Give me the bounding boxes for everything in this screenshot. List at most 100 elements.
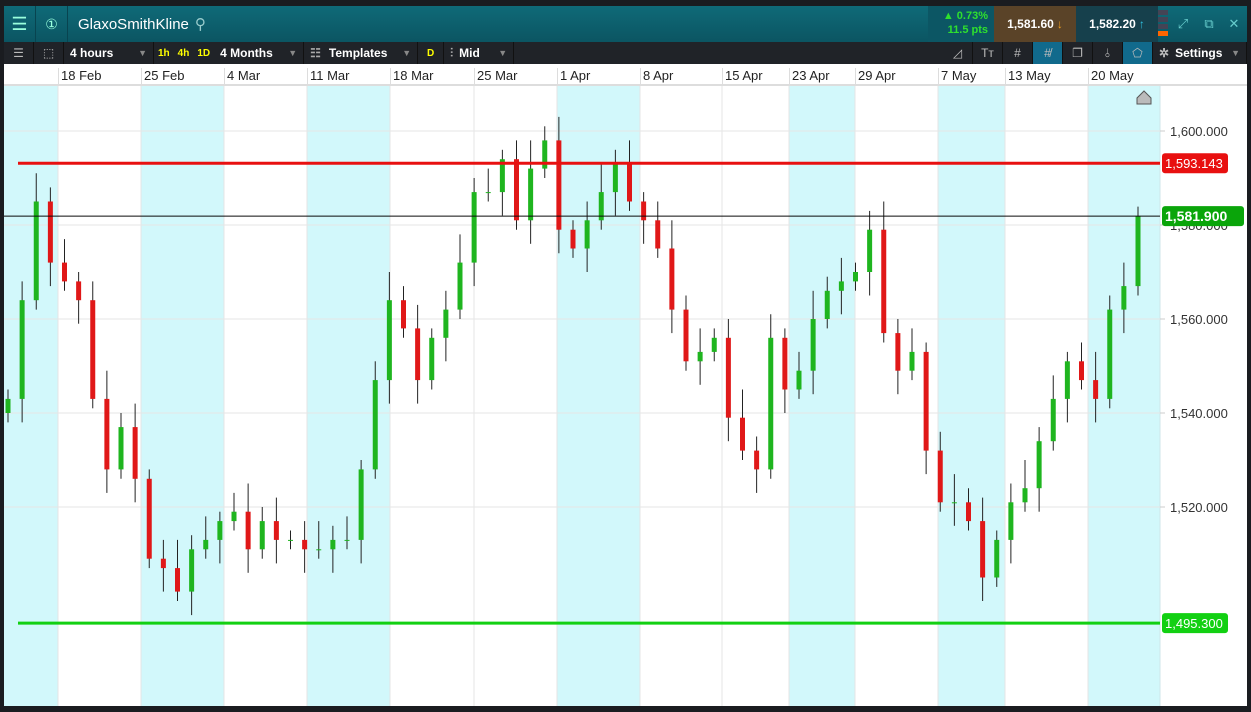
date-label: 1 Apr [557, 68, 590, 86]
candle-body [132, 427, 138, 479]
candle-body [443, 309, 449, 338]
candle-body [994, 539, 1000, 578]
layers-icon[interactable]: ❐ [1063, 42, 1093, 64]
menu-icon[interactable]: ☰ [4, 6, 36, 42]
popout-icon[interactable]: ⧉ [1196, 6, 1222, 42]
grid-icon[interactable]: # [1003, 42, 1033, 64]
candle-body [895, 333, 901, 371]
settings-button[interactable]: ✲ Settings ▼ [1153, 42, 1247, 64]
search-icon[interactable]: ⚲ [195, 15, 206, 33]
candle-body [1107, 309, 1113, 399]
close-icon[interactable]: ✕ [1221, 6, 1247, 42]
list-icon[interactable]: ☰ [4, 42, 34, 64]
candle-body [62, 262, 67, 282]
date-label: 29 Apr [855, 68, 896, 86]
interval-select[interactable]: 4 hours ▼ [64, 42, 154, 64]
candle-body [937, 450, 943, 503]
date-label: 8 Apr [640, 68, 673, 86]
candle-body [1036, 441, 1042, 489]
candle-body [259, 521, 265, 550]
candle-body [485, 192, 491, 194]
candle-body [316, 549, 322, 551]
candle-body [1135, 216, 1141, 287]
candle [1135, 206, 1141, 296]
quick-1d[interactable]: 1D [193, 48, 214, 59]
candle-body [923, 351, 929, 451]
y-tick-label: 1,520.000 [1170, 500, 1228, 515]
candle-body [231, 511, 237, 522]
week-band [141, 86, 224, 706]
candle-body [711, 337, 717, 352]
candle-body [429, 337, 435, 381]
candle-body [1022, 488, 1028, 503]
candle-body [372, 380, 378, 470]
price-level-label: 1,593.143 [1165, 156, 1223, 171]
candle-body [612, 163, 618, 193]
candle-body [76, 281, 82, 301]
text-icon[interactable]: Tт [973, 42, 1003, 64]
instrument-header: ☰ ① GlaxoSmithKline ⚲ ▲ 0.73% 11.5 pts 1,… [4, 6, 1247, 42]
candle-body [740, 417, 745, 451]
week-band [4, 86, 58, 706]
gear-icon: ✲ [1159, 46, 1170, 60]
candle-body [5, 398, 11, 413]
candle-body [824, 290, 830, 319]
candle-body [302, 539, 308, 550]
candle-body [754, 450, 760, 470]
candle-body [697, 351, 703, 362]
y-tick-label: 1,560.000 [1170, 312, 1228, 327]
price-chart[interactable]: 1,600.0001,580.0001,560.0001,540.0001,52… [4, 86, 1247, 706]
candle-body [570, 229, 576, 249]
date-label: 18 Mar [390, 68, 433, 86]
candle-body [118, 427, 124, 470]
date-label: 4 Mar [224, 68, 260, 86]
buy-button[interactable]: 1,582.20 ↑ [1076, 6, 1158, 42]
candle-body [1121, 286, 1127, 310]
candle-body [344, 539, 350, 541]
date-label: 7 May [938, 68, 976, 86]
price-type-select[interactable]: ⫶ Mid ▼ [444, 42, 515, 64]
candle-body [669, 248, 675, 310]
candle-body [782, 337, 788, 390]
candle [146, 469, 152, 569]
d-button[interactable]: D [418, 42, 445, 64]
candle-body [457, 262, 463, 310]
expand-icon[interactable]: ⤢ [1170, 6, 1196, 42]
crosshair-draw-icon[interactable]: #̸ [1033, 42, 1063, 64]
candle-body [47, 201, 53, 263]
candle-body [175, 568, 180, 592]
candle-body [1093, 380, 1099, 399]
candle [1107, 295, 1113, 409]
candle-body [655, 220, 661, 249]
indicator-icon[interactable]: ⫰ [1093, 42, 1123, 64]
candle-body [415, 328, 421, 381]
date-label: 25 Feb [141, 68, 184, 86]
candle-body [853, 272, 858, 282]
candle-body [528, 168, 534, 221]
candle-body [838, 281, 844, 291]
quick-4h[interactable]: 4h [174, 48, 194, 59]
candle-body [189, 549, 195, 592]
candle-body [641, 201, 647, 221]
range-select[interactable]: 4 Months ▼ [214, 42, 305, 64]
sell-button[interactable]: 1,581.60 ↓ [994, 6, 1076, 42]
candle-body [358, 469, 364, 540]
arrow-up-icon: ↑ [1138, 17, 1145, 31]
templates-select[interactable]: ☷ Templates ▼ [304, 42, 419, 64]
layout-icon[interactable]: ⬚ [34, 42, 64, 64]
trendline-icon[interactable]: ◿ [943, 42, 973, 64]
date-label: 25 Mar [474, 68, 517, 86]
candle-body [725, 337, 731, 418]
candle-body [810, 319, 816, 371]
price-label-icon[interactable]: ⬠ [1123, 42, 1153, 64]
price-level-label: 1,495.300 [1165, 616, 1223, 631]
candle-body [683, 309, 689, 362]
candle-body [217, 521, 223, 540]
date-label: 11 Mar [307, 68, 350, 86]
candle-body [19, 300, 25, 399]
candle-body [909, 351, 915, 371]
instrument-title[interactable]: GlaxoSmithKline [78, 16, 189, 33]
quick-1h[interactable]: 1h [154, 48, 174, 59]
candle-body [90, 300, 96, 399]
link-group-icon[interactable]: ① [36, 6, 68, 42]
